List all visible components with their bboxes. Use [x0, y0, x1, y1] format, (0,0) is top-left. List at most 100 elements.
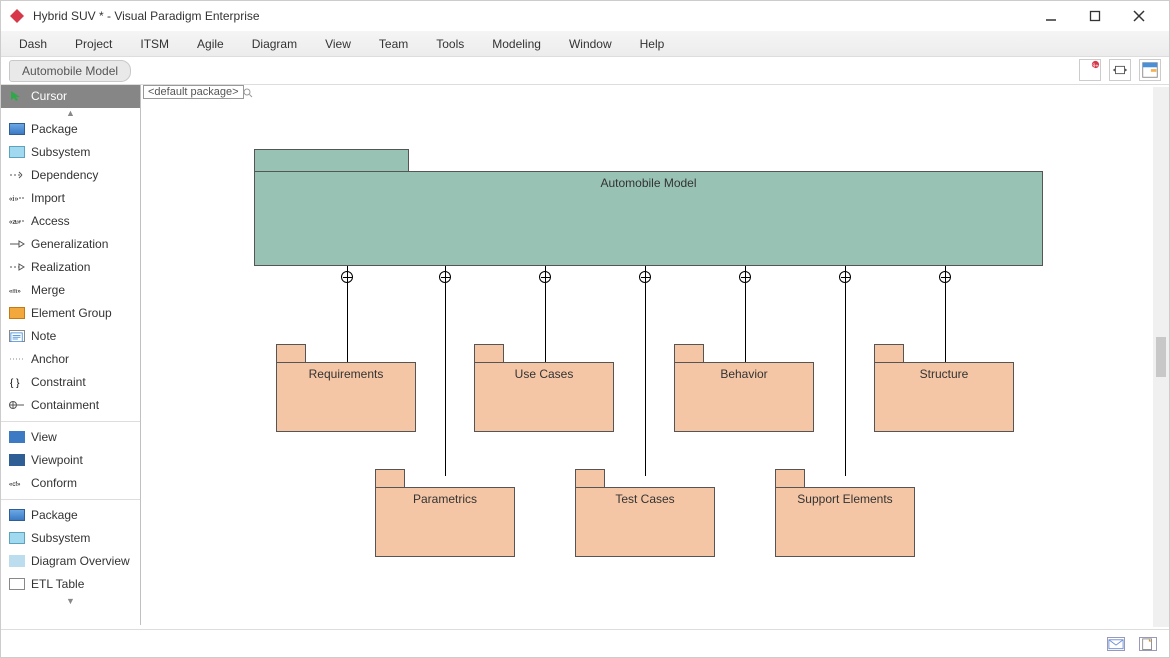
palette-containment[interactable]: Containment	[1, 394, 140, 417]
package-tab[interactable]	[775, 469, 805, 487]
palette-merge[interactable]: «m»Merge	[1, 279, 140, 302]
package-icon	[9, 509, 25, 521]
package-tab[interactable]	[674, 344, 704, 362]
palette-dependency[interactable]: Dependency	[1, 164, 140, 187]
package-test-cases[interactable]: Test Cases	[575, 487, 715, 557]
package-parametrics[interactable]: Parametrics	[375, 487, 515, 557]
menu-window[interactable]: Window	[555, 33, 626, 55]
title-bar: Hybrid SUV * - Visual Paradigm Enterpris…	[1, 1, 1169, 31]
connector	[347, 266, 348, 362]
diagram-canvas-wrapper: <default package> Automobile Model Requi…	[141, 85, 1169, 625]
package-use-cases[interactable]: Use Cases	[474, 362, 614, 432]
menu-help[interactable]: Help	[626, 33, 679, 55]
menu-bar: Dash Project ITSM Agile Diagram View Tea…	[1, 31, 1169, 57]
palette-constraint[interactable]: { }Constraint	[1, 371, 140, 394]
anchor-icon	[9, 353, 25, 365]
subsystem-icon	[9, 532, 25, 544]
menu-tools[interactable]: Tools	[422, 33, 478, 55]
menu-view[interactable]: View	[311, 33, 365, 55]
breadcrumb-bar: Automobile Model 9+	[1, 57, 1169, 85]
svg-text:«i»: «i»	[9, 196, 18, 203]
constraint-icon: { }	[9, 376, 25, 388]
palette-package-2[interactable]: Package	[1, 504, 140, 527]
conform-icon: «cf»	[9, 477, 25, 489]
palette-scroll-down[interactable]: ▼	[1, 596, 140, 606]
palette-note[interactable]: Note	[1, 325, 140, 348]
minimize-button[interactable]	[1029, 1, 1073, 31]
menu-modeling[interactable]: Modeling	[478, 33, 555, 55]
package-tab[interactable]	[874, 344, 904, 362]
package-support-elements[interactable]: Support Elements	[775, 487, 915, 557]
palette-realization[interactable]: Realization	[1, 256, 140, 279]
menu-itsm[interactable]: ITSM	[126, 33, 183, 55]
search-icon[interactable]	[243, 87, 253, 97]
package-root-tab[interactable]	[254, 149, 409, 171]
palette-label: Cursor	[31, 89, 67, 103]
palette-element-group[interactable]: Element Group	[1, 302, 140, 325]
palette-access[interactable]: «a»Access	[1, 210, 140, 233]
menu-dash[interactable]: Dash	[5, 33, 61, 55]
menu-project[interactable]: Project	[61, 33, 126, 55]
connector	[645, 266, 646, 476]
etl-table-icon	[9, 578, 25, 590]
palette-generalization[interactable]: Generalization	[1, 233, 140, 256]
palette-viewpoint[interactable]: Viewpoint	[1, 449, 140, 472]
svg-text:{ }: { }	[10, 378, 20, 388]
view-icon	[9, 431, 25, 443]
merge-icon: «m»	[9, 284, 25, 296]
breadcrumb[interactable]: Automobile Model	[9, 60, 131, 82]
package-path[interactable]: <default package>	[143, 85, 244, 99]
package-requirements[interactable]: Requirements	[276, 362, 416, 432]
connector	[845, 266, 846, 476]
svg-text:«cf»: «cf»	[9, 482, 21, 488]
mail-icon[interactable]	[1107, 637, 1125, 651]
generalization-icon	[9, 238, 25, 250]
palette-anchor[interactable]: Anchor	[1, 348, 140, 371]
menu-agile[interactable]: Agile	[183, 33, 238, 55]
package-structure[interactable]: Structure	[874, 362, 1014, 432]
announcement-icon[interactable]: 9+	[1079, 59, 1101, 81]
close-button[interactable]	[1117, 1, 1161, 31]
dependency-icon	[9, 169, 25, 181]
connector	[945, 266, 946, 362]
connector	[445, 266, 446, 476]
palette-import[interactable]: «i»Import	[1, 187, 140, 210]
palette-view[interactable]: View	[1, 426, 140, 449]
palette-cursor[interactable]: Cursor	[1, 85, 140, 108]
vertical-scrollbar[interactable]	[1153, 87, 1169, 627]
cursor-icon	[9, 90, 25, 102]
package-tab[interactable]	[474, 344, 504, 362]
package-tab[interactable]	[375, 469, 405, 487]
menu-team[interactable]: Team	[365, 33, 422, 55]
palette-subsystem-2[interactable]: Subsystem	[1, 527, 140, 550]
access-icon: «a»	[9, 215, 25, 227]
svg-text:9+: 9+	[1092, 63, 1098, 69]
window-title: Hybrid SUV * - Visual Paradigm Enterpris…	[33, 9, 1029, 23]
diagram-overview-icon	[9, 555, 25, 567]
document-icon[interactable]	[1139, 637, 1157, 651]
package-tab[interactable]	[575, 469, 605, 487]
fit-width-icon[interactable]	[1109, 59, 1131, 81]
connector	[745, 266, 746, 362]
palette-scroll-up[interactable]: ▲	[1, 108, 140, 118]
palette-subsystem[interactable]: Subsystem	[1, 141, 140, 164]
menu-diagram[interactable]: Diagram	[238, 33, 311, 55]
package-root[interactable]: Automobile Model	[254, 171, 1043, 266]
subsystem-icon	[9, 146, 25, 158]
palette-diagram-overview[interactable]: Diagram Overview	[1, 550, 140, 573]
svg-text:«m»: «m»	[9, 289, 21, 295]
palette-conform[interactable]: «cf»Conform	[1, 472, 140, 495]
package-behavior[interactable]: Behavior	[674, 362, 814, 432]
package-icon	[9, 123, 25, 135]
maximize-button[interactable]	[1073, 1, 1117, 31]
viewpoint-icon	[9, 454, 25, 466]
palette-package[interactable]: Package	[1, 118, 140, 141]
package-tab[interactable]	[276, 344, 306, 362]
palette-etl-table[interactable]: ETL Table	[1, 573, 140, 596]
connector	[545, 266, 546, 362]
diagram-canvas[interactable]: Automobile Model Requirements Use Cases …	[141, 99, 1169, 625]
scrollbar-thumb[interactable]	[1156, 337, 1166, 377]
layout-panel-icon[interactable]	[1139, 59, 1161, 81]
palette-separator	[1, 499, 140, 500]
window-controls	[1029, 1, 1161, 31]
